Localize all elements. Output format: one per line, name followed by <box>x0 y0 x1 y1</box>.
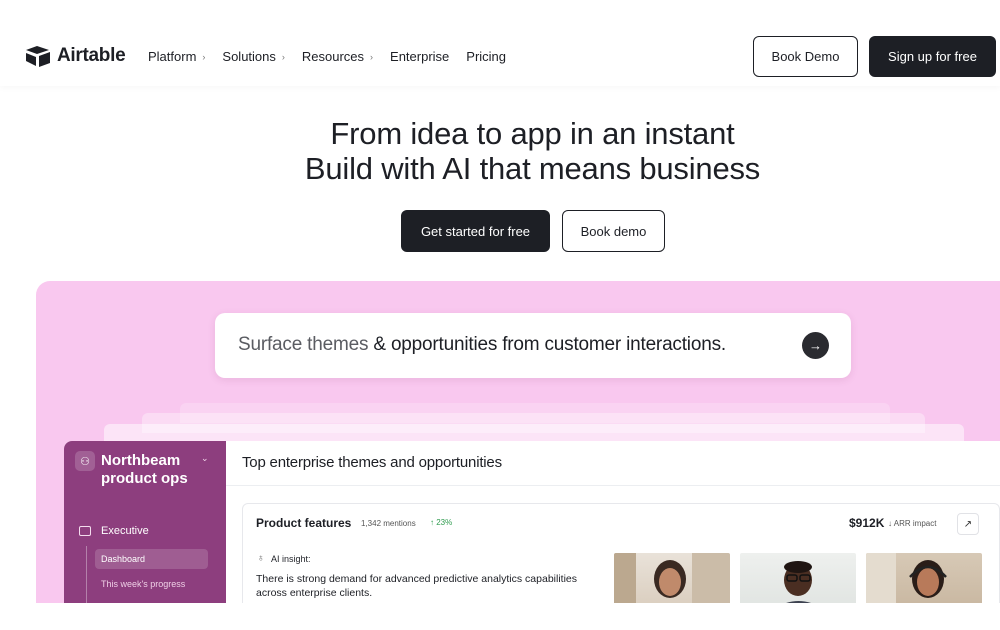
book-demo-hero-button[interactable]: Book demo <box>562 210 665 252</box>
nav-item-label: Resources <box>301 49 365 64</box>
nav-item-resources[interactable]: Resources › <box>302 49 373 64</box>
nav-links: Platform › Solutions › Resources › Enter… <box>148 49 523 64</box>
theme-card[interactable]: Product features 1,342 mentions ↑ 23% $9… <box>242 503 1000 603</box>
chevron-right-icon: › <box>281 51 285 62</box>
ai-prompt-box[interactable]: Surface themes & opportunities from cust… <box>215 313 851 378</box>
arrow-right-icon[interactable]: → <box>802 332 829 359</box>
customer-photo <box>866 553 982 603</box>
prompt-text-amp: & <box>373 334 386 355</box>
growth-badge: ↑ 23% <box>430 518 453 527</box>
nav-item-enterprise[interactable]: Enterprise <box>390 49 449 64</box>
prompt-text-muted: Surface themes <box>238 334 369 355</box>
divider <box>226 485 1000 486</box>
nav-item-pricing[interactable]: Pricing <box>466 49 506 64</box>
airtable-logo-icon <box>26 46 50 67</box>
sidebar-tree-line <box>86 546 87 603</box>
airtable-logo[interactable]: Airtable <box>25 45 126 67</box>
nav-item-label: Enterprise <box>390 49 450 64</box>
prompt-text: Surface themes & opportunities from cust… <box>238 334 726 356</box>
customer-photo <box>614 553 730 603</box>
hero-headline-line-2: Build with AI that means business <box>304 151 761 186</box>
app-sidebar: ⚇ Northbeam product ops ⌄ Executive Dash… <box>64 441 226 603</box>
book-demo-button[interactable]: Book Demo <box>753 36 858 77</box>
sidebar-item-weekly-progress[interactable]: This week's progress <box>101 579 185 589</box>
chevron-right-icon: › <box>202 51 206 62</box>
nav-item-solutions[interactable]: Solutions › <box>222 49 284 64</box>
nav-item-label: Platform <box>148 49 197 64</box>
prompt-text-dark: opportunities from customer interactions… <box>390 334 726 355</box>
arr-amount: $912K <box>849 516 885 530</box>
arr-impact-label: ↓ ARR impact <box>888 519 937 528</box>
app-preview-window: ⚇ Northbeam product ops ⌄ Executive Dash… <box>64 441 1000 603</box>
briefcase-icon <box>79 526 91 536</box>
sidebar-item-dashboard[interactable]: Dashboard <box>95 549 208 569</box>
page-title: Top enterprise themes and opportunities <box>242 454 502 471</box>
top-navigation: Airtable Platform › Solutions › Resource… <box>0 0 1000 86</box>
nav-item-platform[interactable]: Platform › <box>148 49 205 64</box>
sidebar-section-executive[interactable]: Executive <box>101 525 149 537</box>
expand-icon[interactable]: ↗ <box>957 513 979 535</box>
sign-up-button[interactable]: Sign up for free <box>869 36 996 77</box>
hero-headline-line-1: From idea to app in an instant <box>330 116 735 151</box>
customer-photo <box>740 553 856 603</box>
workspace-name[interactable]: Northbeam product ops <box>101 452 201 488</box>
card-title: Product features <box>256 516 352 530</box>
ai-insight-text: There is strong demand for advanced pred… <box>256 573 578 599</box>
ai-insight-label: AI insight: <box>271 554 311 564</box>
nav-item-label: Pricing <box>466 49 507 64</box>
lightbulb-icon: ♁ <box>257 553 265 564</box>
brand-name: Airtable <box>57 45 126 66</box>
get-started-button[interactable]: Get started for free <box>401 210 550 252</box>
chevron-down-icon[interactable]: ⌄ <box>201 453 209 464</box>
workspace-icon: ⚇ <box>75 451 95 471</box>
chevron-right-icon: › <box>370 51 374 62</box>
nav-item-label: Solutions <box>222 49 276 64</box>
mentions-count: 1,342 mentions <box>361 519 416 528</box>
